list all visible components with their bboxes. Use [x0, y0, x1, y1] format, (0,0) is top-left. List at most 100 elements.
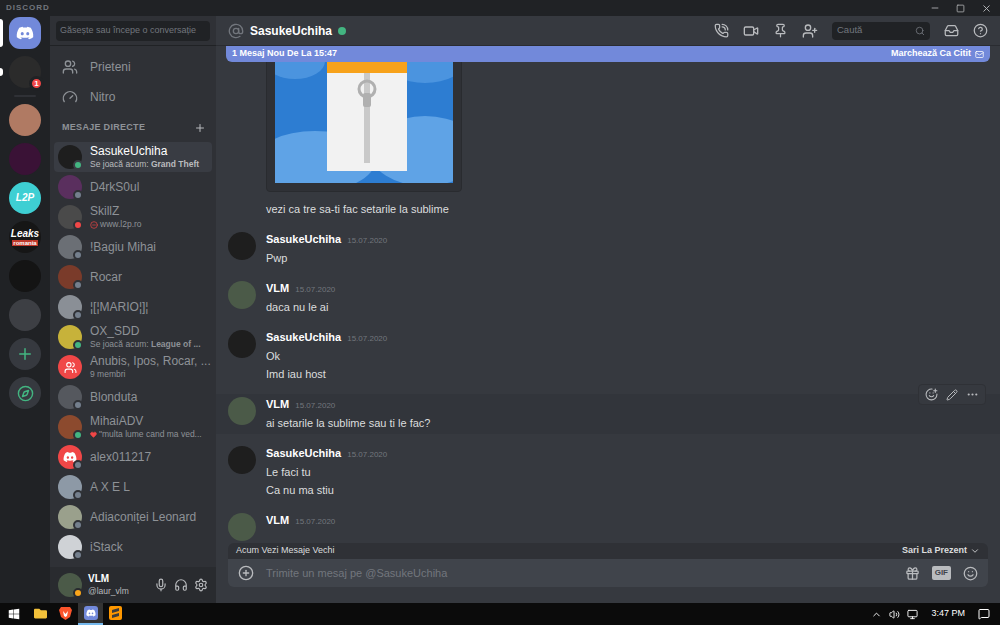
more-icon[interactable] [966, 388, 979, 401]
file-attachment[interactable] [266, 62, 462, 192]
add-server-button[interactable] [9, 338, 41, 370]
gif-button[interactable]: GIF [932, 566, 951, 580]
add-user-icon[interactable] [802, 23, 818, 39]
dm-item[interactable]: Anubis, Ipos, Rocar, ...9 membri [54, 352, 212, 382]
message-author[interactable]: SasukeUchiha [266, 329, 341, 345]
server-item[interactable] [0, 299, 50, 331]
dm-subtitle: 9 membri [90, 369, 208, 380]
maximize-icon[interactable] [956, 4, 965, 13]
video-icon[interactable] [743, 23, 759, 39]
message-avatar[interactable] [228, 281, 256, 309]
discord-logo-icon [16, 24, 34, 42]
dm-subtitle: Se joacă acum: League of ... [90, 339, 201, 350]
message-avatar[interactable] [228, 397, 256, 425]
message-avatar[interactable] [228, 446, 256, 474]
server-item[interactable] [0, 143, 50, 175]
dm-subtitle: Se joacă acum: Grand Theft [90, 159, 199, 170]
server-item[interactable] [0, 377, 50, 409]
taskbar-app[interactable] [78, 603, 103, 625]
taskbar-app[interactable] [103, 603, 128, 625]
message-author[interactable]: VLM [266, 512, 289, 528]
user-avatar[interactable] [58, 573, 82, 597]
explore-button[interactable] [9, 377, 41, 409]
server-item[interactable] [0, 17, 50, 49]
server-icon[interactable]: Leaksromania [9, 221, 41, 253]
taskbar-app[interactable] [28, 603, 53, 625]
search-field[interactable]: Găsește sau începe o conversație [56, 21, 210, 41]
start-button[interactable] [0, 603, 28, 625]
server-icon[interactable] [9, 143, 41, 175]
server-icon[interactable] [9, 104, 41, 136]
notifications-icon[interactable] [978, 608, 990, 620]
add-reaction-icon[interactable] [925, 388, 938, 401]
taskbar-app[interactable] [53, 603, 78, 625]
dm-item[interactable]: !Bagiu Mihai [54, 232, 212, 262]
dm-avatar [58, 535, 82, 559]
gift-icon[interactable] [905, 566, 920, 581]
minimize-icon[interactable] [930, 3, 940, 13]
message-author[interactable]: VLM [266, 280, 289, 296]
server-item[interactable]: Leaksromania [0, 221, 50, 253]
dm-item[interactable]: SkillZwww.l2p.ro [54, 202, 212, 232]
server-item[interactable] [0, 260, 50, 292]
tray-expand-icon[interactable] [871, 609, 882, 620]
settings-icon[interactable] [194, 578, 208, 592]
dm-item[interactable]: OX_SDDSe joacă acum: League of ... [54, 322, 212, 352]
status-dot [73, 310, 83, 320]
message-avatar[interactable] [228, 330, 256, 358]
message-actions [918, 384, 986, 405]
message-avatar[interactable] [228, 232, 256, 260]
server-icon[interactable]: L2P [9, 182, 41, 214]
upload-icon[interactable] [238, 565, 254, 581]
nav-item[interactable]: Nitro [54, 82, 212, 112]
message-author[interactable]: SasukeUchiha [266, 445, 341, 461]
message-avatar[interactable] [228, 513, 256, 541]
chat-panel: SasukeUchiha Caută 1 Mesaj Nou De La 15:47… [216, 16, 1000, 603]
clock[interactable]: 3:47 PM [925, 607, 971, 621]
status-dot [73, 430, 83, 440]
emoji-icon[interactable] [963, 566, 978, 581]
message-author[interactable]: VLM [266, 396, 289, 412]
dm-item[interactable]: MihaiADV"multa lume cand ma ved... [54, 412, 212, 442]
nav-item[interactable]: Prieteni [54, 52, 212, 82]
dm-item[interactable]: D4rkS0ul [54, 172, 212, 202]
unread-pill [0, 68, 3, 76]
message-composer[interactable]: Trimite un mesaj pe @SasukeUchihaGIF [228, 559, 988, 587]
dm-name: iStack [90, 540, 123, 555]
server-icon[interactable] [9, 299, 41, 331]
volume-icon[interactable] [889, 609, 900, 620]
dm-item[interactable]: Adiaconiței Leonard [54, 502, 212, 532]
help-icon[interactable] [973, 23, 988, 38]
dm-item[interactable]: Blonduta [54, 382, 212, 412]
jump-bar[interactable]: Acum Vezi Mesaje VechiSari La Prezent [228, 543, 988, 559]
server-item[interactable] [0, 338, 50, 370]
call-icon[interactable] [714, 23, 729, 38]
message-author[interactable]: SasukeUchiha [266, 231, 341, 247]
dm-item[interactable]: iStack [54, 532, 212, 562]
chat-search[interactable]: Caută [832, 22, 930, 40]
server-item[interactable] [0, 104, 50, 136]
dm-item[interactable]: A X E L [54, 472, 212, 502]
dm-item[interactable]: SasukeUchihaSe joacă acum: Grand Theft [54, 142, 212, 172]
server-item[interactable]: 1 [0, 56, 50, 88]
headphones-icon[interactable] [174, 578, 188, 592]
pin-icon[interactable] [773, 23, 788, 38]
dm-item[interactable]: ¦[¦MARIO¦]¦ [54, 292, 212, 322]
server-item[interactable]: L2P [0, 182, 50, 214]
new-messages-bar[interactable]: 1 Mesaj Nou De La 15:47Marchează Ca Citi… [226, 46, 990, 62]
edit-icon[interactable] [946, 389, 958, 401]
home-button[interactable] [9, 17, 41, 49]
new-dm-icon[interactable] [194, 122, 206, 134]
inbox-icon[interactable] [944, 23, 959, 38]
close-icon[interactable] [981, 3, 992, 14]
dm-item[interactable]: alex011217 [54, 442, 212, 472]
dm-name: alex011217 [90, 450, 151, 465]
dm-avatar [58, 295, 82, 319]
dm-item[interactable]: Rocar [54, 262, 212, 292]
server-icon[interactable]: 1 [9, 56, 41, 88]
server-icon[interactable] [9, 260, 41, 292]
message-time: 15.07.2020 [295, 282, 335, 298]
microphone-icon[interactable] [154, 578, 168, 592]
search-icon [915, 26, 925, 36]
network-icon[interactable] [907, 609, 918, 620]
